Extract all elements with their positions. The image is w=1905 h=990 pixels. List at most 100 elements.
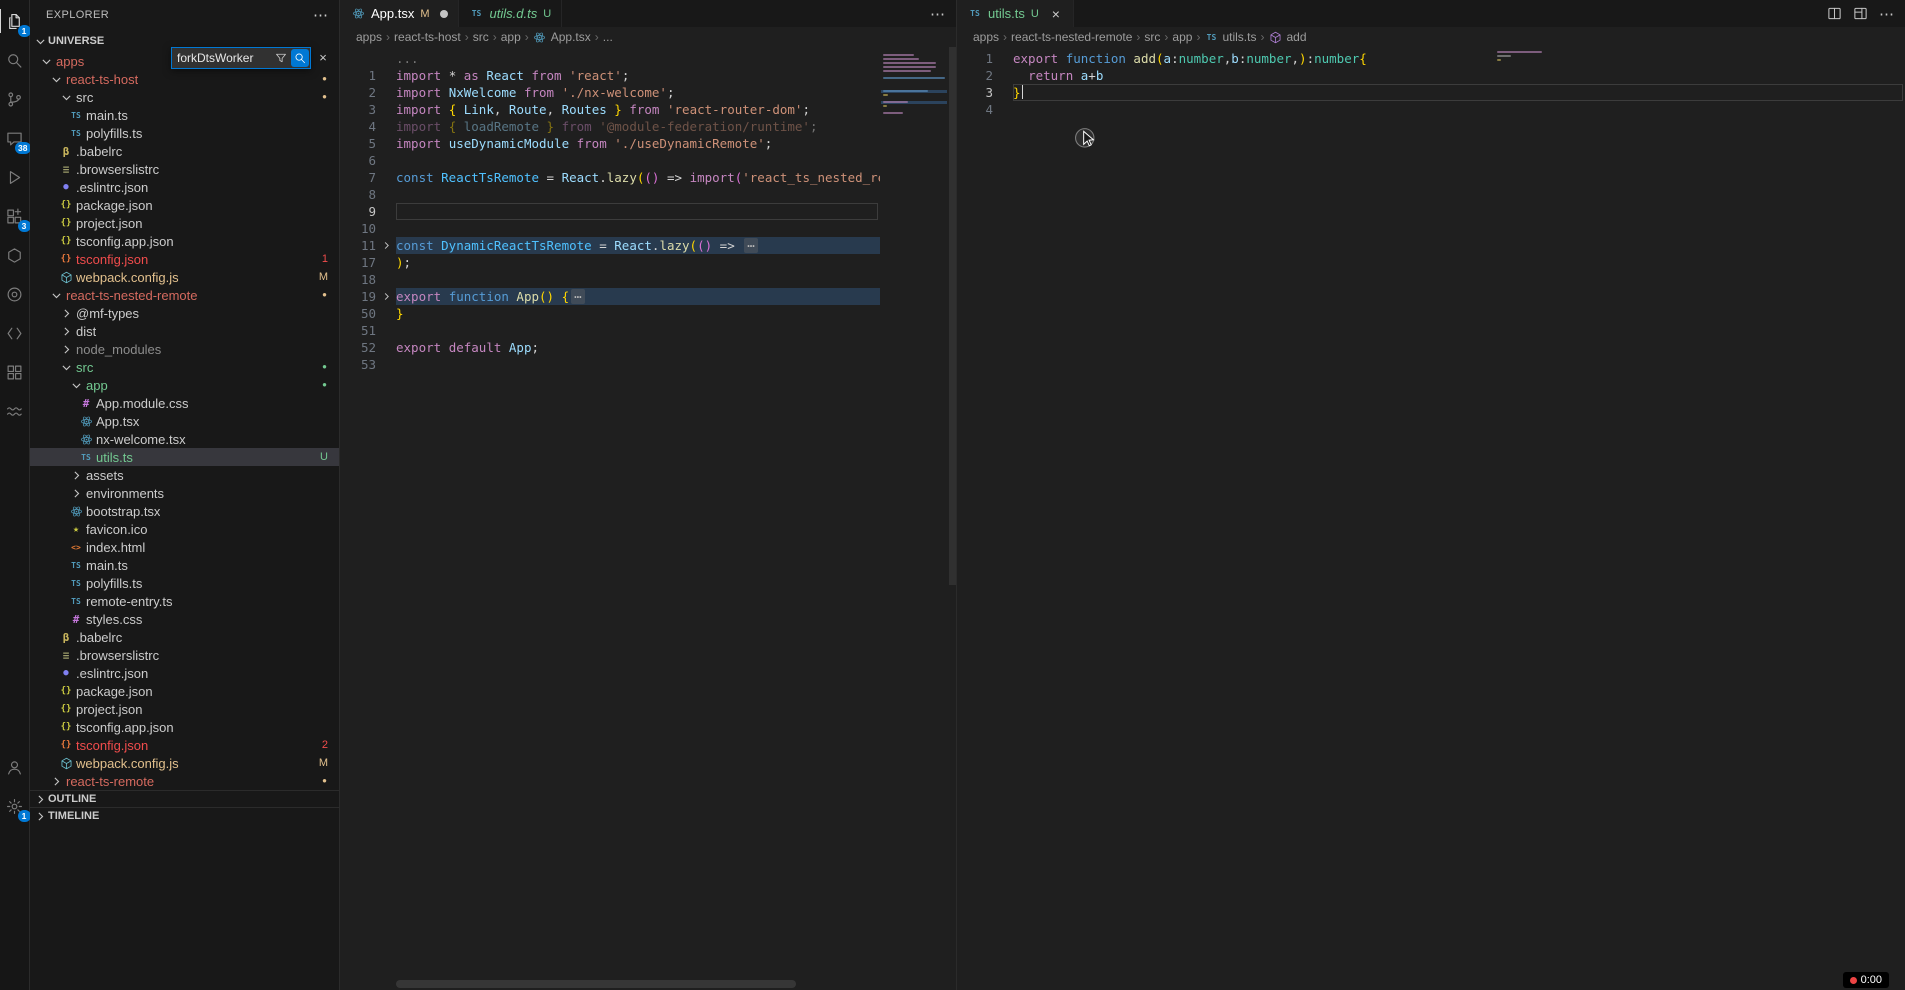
tab-utils.d.ts[interactable]: TSutils.d.tsU	[459, 0, 563, 27]
tab-App.tsx[interactable]: App.tsxM	[340, 0, 459, 27]
code-line[interactable]: 11const DynamicReactTsRemote = React.laz…	[340, 237, 880, 254]
code-line[interactable]: 17);	[340, 254, 880, 271]
code-line[interactable]: 19export function App() {⋯	[340, 288, 880, 305]
find-close-icon[interactable]: ×	[315, 49, 331, 65]
breadcrumb-item-App.tsx[interactable]: App.tsx	[533, 30, 591, 44]
code-line[interactable]: 9	[340, 203, 880, 220]
breadcrumb-item-react-ts-host[interactable]: react-ts-host	[394, 30, 461, 44]
code-line[interactable]: 10	[340, 220, 880, 237]
activity-source-control-icon[interactable]	[2, 84, 28, 114]
tree-item-webpack.config.js[interactable]: webpack.config.jsM	[30, 268, 339, 286]
tree-item-src[interactable]: src●	[30, 358, 339, 376]
close-icon[interactable]: ×	[1049, 6, 1063, 22]
breadcrumb-item-...[interactable]: ...	[603, 30, 613, 44]
tree-item-package.json[interactable]: {}package.json	[30, 196, 339, 214]
outline-section-header[interactable]: OUTLINE	[30, 790, 339, 807]
code-line[interactable]: 3}	[957, 84, 1905, 101]
tree-item-project.json[interactable]: {}project.json	[30, 214, 339, 232]
activity-extensions-icon[interactable]: 3	[2, 201, 28, 231]
code-line[interactable]: 3import { Link, Route, Routes } from 're…	[340, 101, 880, 118]
tree-item-tsconfig.app.json[interactable]: {}tsconfig.app.json	[30, 718, 339, 736]
split-editor-icon[interactable]	[1827, 6, 1842, 21]
tree-item-react-ts-nested-remote[interactable]: react-ts-nested-remote●	[30, 286, 339, 304]
breadcrumb-item-src[interactable]: src	[1144, 30, 1160, 44]
tree-item-.browserslistrc[interactable]: ≡.browserslistrc	[30, 160, 339, 178]
code-line[interactable]: 2import NxWelcome from './nx-welcome';	[340, 84, 880, 101]
tree-item-dist[interactable]: dist	[30, 322, 339, 340]
tree-item-@mf-types[interactable]: @mf-types	[30, 304, 339, 322]
dirty-indicator-icon[interactable]	[440, 10, 448, 18]
tree-item-tsconfig.json[interactable]: {}tsconfig.json2	[30, 736, 339, 754]
find-input[interactable]: forkDtsWorker	[172, 51, 272, 65]
breadcrumb-item-utils.ts[interactable]: TSutils.ts	[1204, 30, 1256, 44]
tree-item-main.ts[interactable]: TSmain.ts	[30, 106, 339, 124]
more-actions-icon[interactable]: ⋯	[313, 6, 329, 24]
tree-item-.eslintrc.json[interactable]: ●.eslintrc.json	[30, 664, 339, 682]
code-line[interactable]: 18	[340, 271, 880, 288]
tree-item-package.json[interactable]: {}package.json	[30, 682, 339, 700]
tree-item-.eslintrc.json[interactable]: ●.eslintrc.json	[30, 178, 339, 196]
tree-item-src[interactable]: src●	[30, 88, 339, 106]
tree-item-environments[interactable]: environments	[30, 484, 339, 502]
tab-utils.ts[interactable]: TSutils.tsU×	[957, 0, 1074, 27]
more-icon[interactable]: ⋯	[1879, 5, 1895, 23]
code-line[interactable]: 52export default App;	[340, 339, 880, 356]
tree-item-polyfills.ts[interactable]: TSpolyfills.ts	[30, 574, 339, 592]
code-line[interactable]: 4	[957, 101, 1905, 118]
tree-find-widget[interactable]: forkDtsWorker	[171, 47, 311, 69]
activity-settings-icon[interactable]: 1	[2, 791, 28, 821]
activity-explorer-icon[interactable]: 1	[2, 6, 28, 36]
fold-icon[interactable]	[376, 237, 396, 254]
tree-item-utils.ts[interactable]: TSutils.tsU	[30, 448, 339, 466]
tree-item-styles.css[interactable]: #styles.css	[30, 610, 339, 628]
code-line[interactable]: 53	[340, 356, 880, 373]
fold-icon[interactable]	[376, 288, 396, 305]
tree-item-.babelrc[interactable]: β.babelrc	[30, 628, 339, 646]
activity-waves-icon[interactable]	[2, 396, 28, 426]
breadcrumb-item-app[interactable]: app	[501, 30, 521, 44]
tree-item-main.ts[interactable]: TSmain.ts	[30, 556, 339, 574]
tree-item-polyfills.ts[interactable]: TSpolyfills.ts	[30, 124, 339, 142]
breadcrumb-item-src[interactable]: src	[473, 30, 489, 44]
more-icon[interactable]: ⋯	[930, 5, 946, 23]
horizontal-scrollbar[interactable]	[396, 980, 796, 988]
layout-icon[interactable]	[1853, 6, 1868, 21]
timeline-section-header[interactable]: TIMELINE	[30, 807, 339, 824]
tree-item-remote-entry.ts[interactable]: TSremote-entry.ts	[30, 592, 339, 610]
activity-organization-icon[interactable]	[2, 240, 28, 270]
code-line[interactable]: 8	[340, 186, 880, 203]
tree-item-bootstrap.tsx[interactable]: bootstrap.tsx	[30, 502, 339, 520]
tree-item-tsconfig.json[interactable]: {}tsconfig.json1	[30, 250, 339, 268]
code-line[interactable]: 4import { loadRemote } from '@module-fed…	[340, 118, 880, 135]
minimap-right[interactable]	[1495, 50, 1561, 990]
tree-item-project.json[interactable]: {}project.json	[30, 700, 339, 718]
tree-item-webpack.config.js[interactable]: webpack.config.jsM	[30, 754, 339, 772]
tree-item-nx-welcome.tsx[interactable]: nx-welcome.tsx	[30, 430, 339, 448]
breadcrumb-item-apps[interactable]: apps	[973, 30, 999, 44]
vertical-scrollbar[interactable]	[949, 47, 956, 585]
code-area-right[interactable]: 1export function add(a:number,b:number,)…	[957, 47, 1905, 990]
tree-item-node-modules[interactable]: node_modules	[30, 340, 339, 358]
tree-item-react-ts-remote[interactable]: react-ts-remote●	[30, 772, 339, 790]
breadcrumb-item-apps[interactable]: apps	[356, 30, 382, 44]
tree-item-.browserslistrc[interactable]: ≡.browserslistrc	[30, 646, 339, 664]
activity-chat-icon[interactable]: 38	[2, 123, 28, 153]
code-line[interactable]: 1export function add(a:number,b:number,)…	[957, 50, 1905, 67]
code-line[interactable]: 7const ReactTsRemote = React.lazy(() => …	[340, 169, 880, 186]
filter-icon[interactable]	[272, 49, 290, 67]
code-line[interactable]: 6	[340, 152, 880, 169]
tree-item-App.module.css[interactable]: #App.module.css	[30, 394, 339, 412]
code-area-left[interactable]: ...1import * as React from 'react';2impo…	[340, 47, 956, 990]
code-line[interactable]: 5import useDynamicModule from './useDyna…	[340, 135, 880, 152]
tree-item-.babelrc[interactable]: β.babelrc	[30, 142, 339, 160]
code-line[interactable]: 1import * as React from 'react';	[340, 67, 880, 84]
activity-search-icon[interactable]	[2, 45, 28, 75]
code-line[interactable]: 50}	[340, 305, 880, 322]
tree-item-tsconfig.app.json[interactable]: {}tsconfig.app.json	[30, 232, 339, 250]
tree-item-favicon.ico[interactable]: ★favicon.ico	[30, 520, 339, 538]
activity-run-debug-icon[interactable]	[2, 162, 28, 192]
tree-item-app[interactable]: app●	[30, 376, 339, 394]
breadcrumb-item-add[interactable]: add	[1268, 30, 1306, 44]
activity-remote-explorer-icon[interactable]	[2, 279, 28, 309]
breadcrumb-item-app[interactable]: app	[1172, 30, 1192, 44]
